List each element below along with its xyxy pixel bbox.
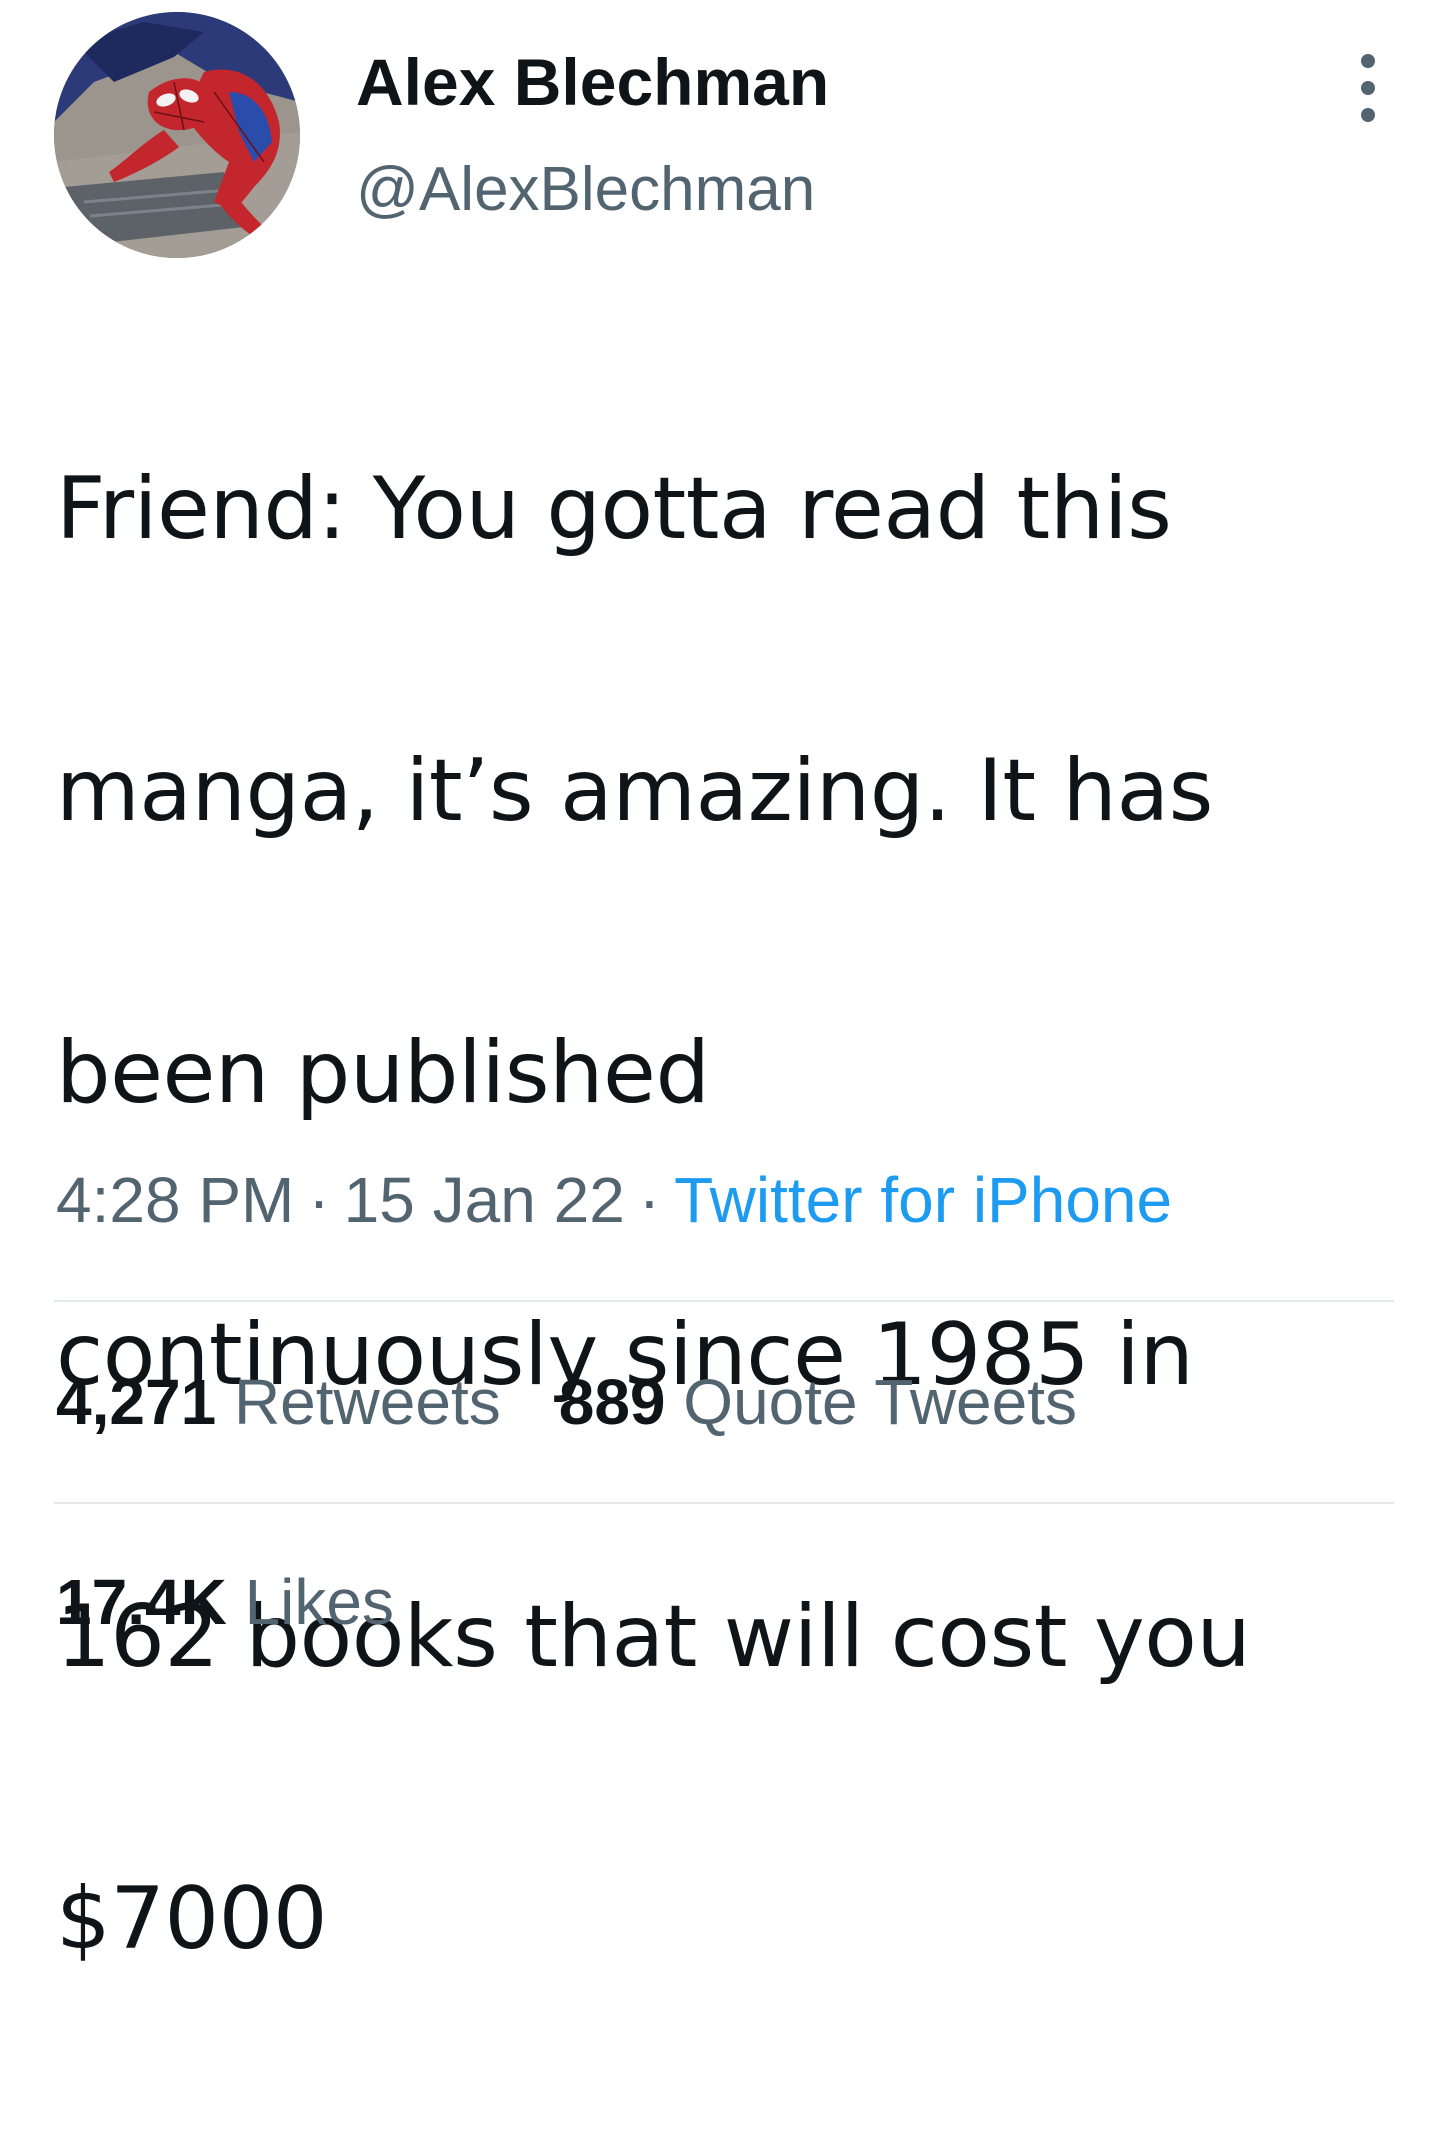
engagement-stats: 4,271 Retweets 889 Quote Tweets [56, 1362, 1135, 1442]
tweet-text-line: been published [56, 1023, 710, 1123]
more-dot [1361, 108, 1375, 122]
divider [54, 1502, 1394, 1504]
tweet-time[interactable]: 4:28 PM [56, 1164, 294, 1236]
author-display-name[interactable]: Alex Blechman [356, 42, 829, 122]
retweets-stat[interactable]: 4,271 Retweets [56, 1362, 501, 1442]
tweet-text-line: $7000 [56, 1869, 328, 1969]
meta-separator: · [308, 1164, 330, 1236]
more-options-icon[interactable] [1348, 48, 1388, 128]
retweets-label: Retweets [233, 1366, 501, 1438]
likes-count: 17.4K [56, 1566, 227, 1638]
more-dot [1361, 81, 1375, 95]
tweet-text-line: manga, it’s amazing. It has [56, 741, 1213, 841]
divider [54, 1300, 1394, 1302]
meta-separator: · [638, 1164, 661, 1236]
likes-label: Likes [244, 1566, 394, 1638]
likes-row: 17.4K Likes [56, 1562, 452, 1642]
spiderman-avatar-icon [54, 12, 300, 258]
tweet-date[interactable]: 15 Jan 22 [344, 1164, 625, 1236]
tweet-text-line: Friend: You gotta read this [56, 459, 1172, 559]
quote-tweets-stat[interactable]: 889 Quote Tweets [559, 1362, 1077, 1442]
likes-stat[interactable]: 17.4K Likes [56, 1562, 394, 1642]
tweet-meta: 4:28 PM · 15 Jan 22 · Twitter for iPhone [56, 1160, 1172, 1240]
retweets-count: 4,271 [56, 1366, 217, 1438]
more-dot [1361, 54, 1375, 68]
quote-tweets-count: 889 [558, 1366, 666, 1438]
quote-tweets-label: Quote Tweets [683, 1366, 1077, 1438]
tweet-source-link[interactable]: Twitter for iPhone [674, 1164, 1172, 1236]
avatar[interactable] [54, 12, 300, 258]
author-handle[interactable]: @AlexBlechman [356, 150, 815, 230]
tweet-detail: Alex Blechman @AlexBlechman Friend: You … [0, 0, 1440, 1969]
